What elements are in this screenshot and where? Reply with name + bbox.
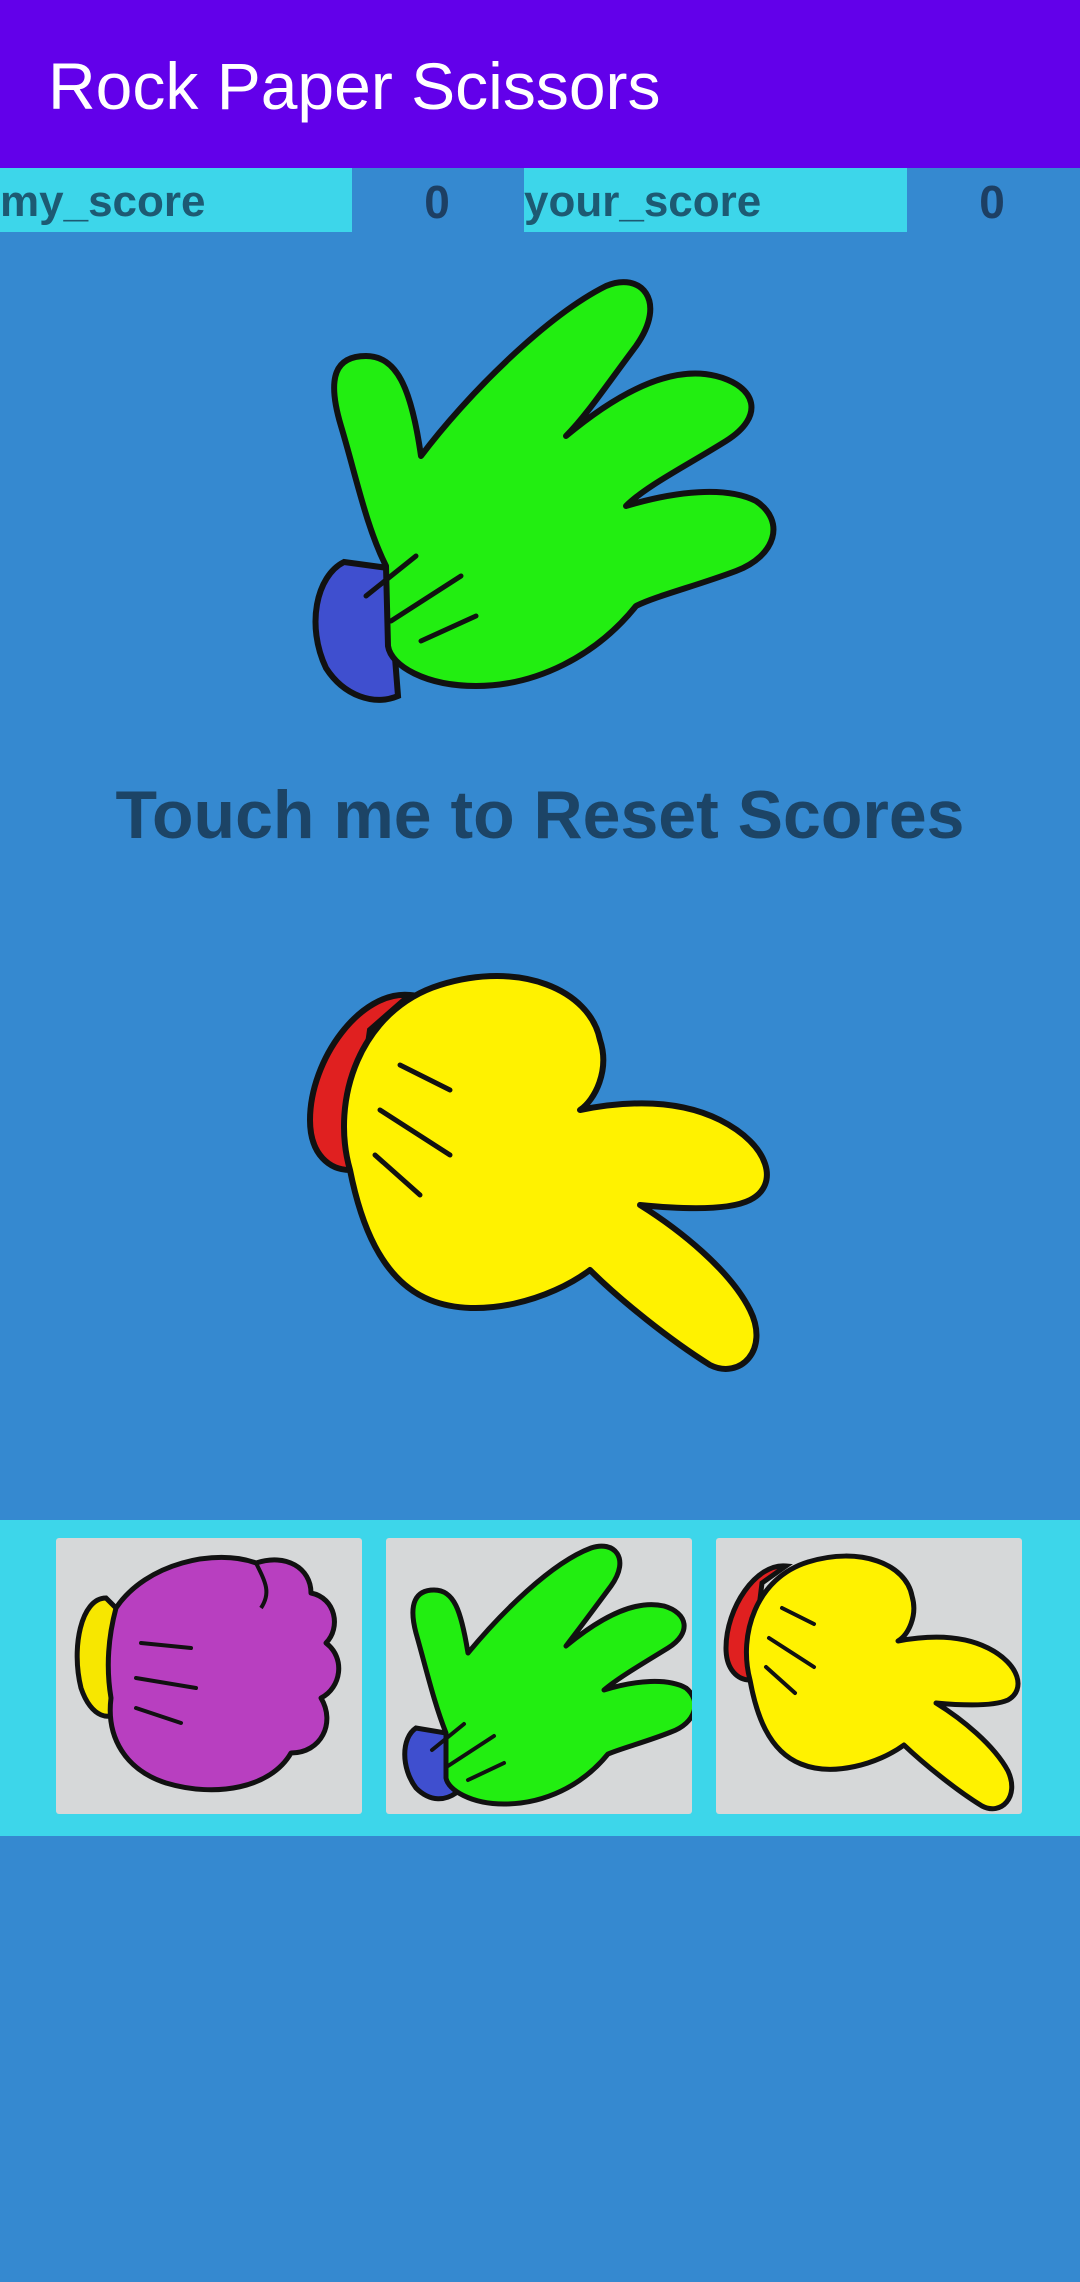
app-bar: Rock Paper Scissors <box>0 0 1080 168</box>
rock-hand-icon <box>74 1554 342 1793</box>
reset-scores-button[interactable]: Touch me to Reset Scores <box>0 770 1080 860</box>
player-hand <box>300 970 780 1390</box>
your-score-label: your_score <box>524 168 907 232</box>
choice-bar <box>0 1520 1080 1836</box>
scissors-hand-icon <box>723 1553 1021 1812</box>
app-title: Rock Paper Scissors <box>48 49 661 123</box>
paper-choice-button[interactable] <box>386 1538 692 1814</box>
scissors-hand-icon <box>306 973 770 1372</box>
opponent-hand <box>296 276 782 706</box>
scissors-choice-button[interactable] <box>716 1538 1022 1814</box>
your-score-value: 0 <box>979 176 1005 228</box>
paper-hand-icon <box>312 279 777 703</box>
my-score-value: 0 <box>424 176 450 228</box>
my-score-label: my_score <box>0 168 352 232</box>
rock-choice-button[interactable] <box>56 1538 362 1814</box>
paper-hand-icon <box>402 1543 692 1807</box>
